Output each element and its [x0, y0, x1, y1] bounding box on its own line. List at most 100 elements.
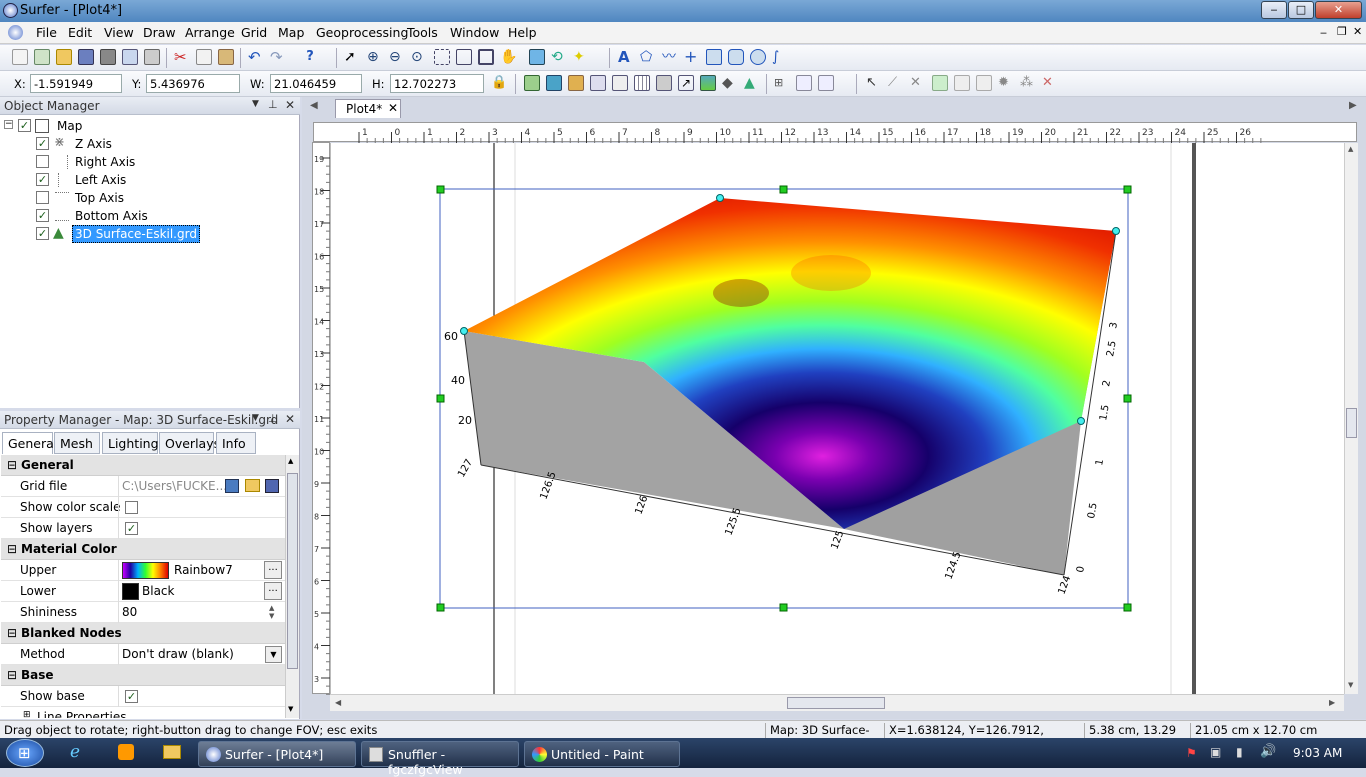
h-scroll-thumb[interactable] — [787, 697, 885, 709]
combine-icon[interactable] — [932, 75, 948, 91]
zoom-page-icon[interactable] — [456, 49, 472, 65]
zoom-in-icon[interactable]: ⊕ — [367, 49, 383, 65]
spline-tool-icon[interactable]: ∫ — [772, 49, 788, 65]
scroll-thumb[interactable] — [287, 473, 298, 669]
new-variogram-icon[interactable]: ▲ — [744, 75, 760, 91]
copy-icon[interactable] — [196, 49, 212, 65]
section-general[interactable]: ⊟ General — [1, 455, 285, 476]
panel-dropdown-icon[interactable]: ▼ — [252, 413, 259, 423]
start-button[interactable]: ⊞ — [6, 739, 44, 767]
menu-window[interactable]: Window — [450, 25, 499, 40]
tab-overlays[interactable]: Overlays — [159, 432, 220, 454]
flag-icon[interactable]: ⚑ — [1186, 746, 1197, 760]
clock[interactable]: 9:03 AM — [1293, 746, 1342, 760]
grid-file-row[interactable]: Grid file C:\Users\FUCKE... — [1, 476, 285, 497]
collapse-icon[interactable]: ⊟ — [7, 668, 17, 682]
resize-handle[interactable] — [779, 603, 788, 612]
new-pyramid-icon[interactable]: ◆ — [722, 75, 738, 91]
h-field[interactable]: 12.702273 — [390, 74, 484, 93]
method-value[interactable]: Don't draw (blank) — [122, 647, 234, 661]
new-vector-map-icon[interactable] — [634, 75, 650, 91]
close-button[interactable]: ✕ — [1315, 1, 1362, 19]
horizontal-scrollbar[interactable]: ◀ ▶ — [330, 694, 1344, 711]
print-icon[interactable] — [100, 49, 116, 65]
plot-svg[interactable]: 604020127126.5126125.5125124.512400.511.… — [331, 143, 1356, 694]
lower-color-row[interactable]: Lower Black ... — [1, 581, 285, 602]
nodes-icon[interactable]: ⁂ — [1020, 75, 1036, 91]
collapse-icon[interactable]: − — [4, 120, 13, 129]
zoom-icon[interactable]: ⊙ — [411, 49, 427, 65]
polyline-tool-icon[interactable]: 〰 — [662, 49, 678, 65]
tab-scroll-right-icon[interactable]: ▶ — [1349, 100, 1357, 111]
new-classed-post-icon[interactable]: ↗ — [678, 75, 694, 91]
minimize-button[interactable]: ‒ — [1261, 1, 1287, 19]
tab-close-icon[interactable]: ✕ — [388, 101, 398, 115]
expand-icon[interactable]: ⊞ — [23, 710, 31, 718]
open-folder-icon[interactable] — [245, 479, 260, 492]
print-preview-icon[interactable] — [122, 49, 138, 65]
scroll-left-icon[interactable]: ◀ — [335, 698, 341, 707]
save-icon[interactable] — [78, 49, 94, 65]
zoom-out-icon[interactable]: ⊖ — [389, 49, 405, 65]
resize-handle[interactable] — [1123, 603, 1132, 612]
explorer-icon[interactable] — [163, 745, 181, 759]
trackball-icon[interactable]: ⟲ — [551, 49, 567, 65]
undo-icon[interactable]: ↶ — [248, 49, 264, 65]
rotate-handle[interactable] — [1077, 417, 1085, 425]
scroll-down-icon[interactable]: ▼ — [288, 705, 293, 713]
tree-item-top-axis[interactable]: Top Axis — [0, 189, 300, 207]
z-axis-checkbox[interactable]: ✓ — [36, 137, 49, 150]
export-icon[interactable] — [144, 49, 160, 65]
tab-lighting[interactable]: Lighting — [102, 432, 159, 454]
save-grid-icon[interactable] — [265, 479, 279, 493]
method-row[interactable]: Method Don't draw (blank) ▼ — [1, 644, 285, 665]
task-surfer[interactable]: Surfer - [Plot4*] — [198, 741, 356, 767]
menu-map[interactable]: Map — [278, 25, 304, 40]
map-checkbox[interactable]: ✓ — [18, 119, 31, 132]
section-material-color[interactable]: ⊟ Material Color — [1, 539, 285, 560]
paste-icon[interactable] — [218, 49, 234, 65]
tree-item-map[interactable]: − ✓ Map — [0, 117, 300, 135]
bottom-axis-checkbox[interactable]: ✓ — [36, 209, 49, 222]
show-base-row[interactable]: Show base ✓ — [1, 686, 285, 707]
dropdown-arrow-icon[interactable]: ▼ — [265, 646, 282, 663]
y-field[interactable]: 5.436976 — [146, 74, 240, 93]
menu-view[interactable]: View — [104, 25, 134, 40]
property-scrollbar[interactable]: ▲ ▼ — [285, 455, 299, 718]
redraw-icon[interactable]: ✦ — [573, 49, 589, 65]
tree-item-z-axis[interactable]: ✓ ⋇ Z Axis — [0, 135, 300, 153]
tab-plot4[interactable]: Plot4* ✕ — [335, 99, 401, 118]
symbol-tool-icon[interactable]: + — [684, 49, 700, 65]
collapse-icon[interactable]: ⊟ — [7, 626, 17, 640]
new-icon[interactable] — [12, 49, 28, 65]
menu-file[interactable]: File — [36, 25, 57, 40]
scroll-up-icon[interactable]: ▲ — [288, 457, 293, 465]
scale-bar-icon[interactable]: ⊞ — [774, 75, 790, 91]
resize-handle[interactable] — [779, 185, 788, 194]
resize-handle[interactable] — [1123, 185, 1132, 194]
resize-handle[interactable] — [436, 394, 445, 403]
rotate-3d-icon[interactable] — [529, 49, 545, 65]
delete-vertex-icon[interactable]: ✕ — [910, 75, 926, 91]
scroll-right-icon[interactable]: ▶ — [1329, 698, 1335, 707]
new-worksheet-icon[interactable] — [34, 49, 50, 65]
menu-arrange[interactable]: Arrange — [185, 25, 235, 40]
buffer-icon[interactable]: ✹ — [998, 75, 1014, 91]
vertical-scrollbar[interactable]: ▲ ▼ — [1344, 143, 1358, 694]
resize-handle[interactable] — [436, 603, 445, 612]
menu-grid[interactable]: Grid — [241, 25, 267, 40]
shininess-value[interactable]: 80 — [122, 605, 137, 619]
scroll-up-icon[interactable]: ▲ — [1348, 145, 1353, 153]
color-scale-checkbox[interactable] — [125, 501, 138, 514]
menu-tools[interactable]: Tools — [407, 25, 438, 40]
open-icon[interactable] — [56, 49, 72, 65]
surface-checkbox[interactable]: ✓ — [36, 227, 49, 240]
redo-icon[interactable]: ↷ — [270, 49, 286, 65]
zoom-rect-icon[interactable] — [434, 49, 450, 65]
resize-handle[interactable] — [1123, 394, 1132, 403]
cut-icon[interactable]: ✂ — [174, 49, 190, 65]
resize-handle[interactable] — [436, 185, 445, 194]
tab-mesh[interactable]: Mesh — [54, 432, 100, 454]
select-arrow-icon[interactable]: ➚ — [344, 49, 360, 65]
upper-color-row[interactable]: Upper Rainbow7 ... — [1, 560, 285, 581]
